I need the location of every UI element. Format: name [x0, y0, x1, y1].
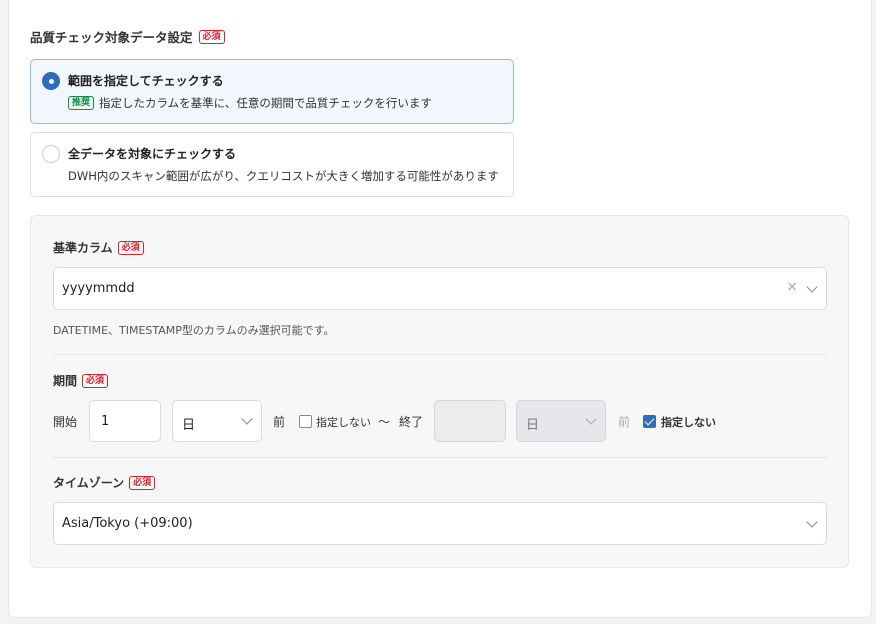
chevron-down-icon[interactable]	[806, 281, 818, 293]
start-unit-value: 日	[182, 418, 196, 433]
end-unspecified-label[interactable]: 指定しない	[661, 414, 716, 430]
option-all-desc-text: DWH内のスキャン範囲が広がり、クエリコストが大きく増加する可能性があります	[68, 169, 499, 183]
start-unit-select[interactable]: 日	[172, 400, 262, 442]
timezone-label-text: タイムゾーン	[53, 476, 125, 490]
option-all-title: 全データを対象にチェックする	[68, 147, 237, 161]
end-unit-value: 日	[526, 418, 540, 433]
option-range-description: 推奨 指定したカラムを基準に、任意の期間で品質チェックを行います	[68, 95, 432, 111]
recommended-badge: 推奨	[68, 96, 95, 110]
start-value-input[interactable]: 1	[89, 400, 161, 442]
option-range[interactable]: 範囲を指定してチェックする 推奨 指定したカラムを基準に、任意の期間で品質チェッ…	[30, 59, 514, 124]
divider	[53, 354, 827, 355]
start-unspecified-checkbox[interactable]	[299, 415, 312, 428]
period-label: 期間 必須	[53, 372, 109, 389]
chevron-down-icon[interactable]	[241, 413, 253, 425]
end-unit-select[interactable]: 日	[516, 400, 606, 442]
option-all-description: DWH内のスキャン範囲が広がり、クエリコストが大きく増加する可能性があります	[68, 168, 499, 184]
radio-range[interactable]	[42, 72, 60, 90]
start-suffix: 前	[273, 415, 286, 429]
required-badge: 必須	[129, 475, 156, 490]
end-label: 終了	[399, 415, 424, 429]
period-label-text: 期間	[53, 374, 78, 388]
target-label-text: 品質チェック対象データ設定	[30, 30, 193, 45]
target-section-label: 品質チェック対象データ設定 必須	[30, 27, 225, 46]
end-unspecified-checkbox[interactable]	[643, 415, 656, 428]
timezone-label: タイムゾーン 必須	[53, 474, 156, 491]
end-value-input[interactable]	[434, 400, 506, 442]
base-column-label-text: 基準カラム	[53, 241, 113, 255]
divider	[53, 457, 827, 458]
timezone-value: Asia/Tokyo (+09:00)	[62, 516, 193, 531]
start-label: 開始	[53, 415, 78, 429]
required-badge: 必須	[82, 373, 109, 388]
option-range-desc-text: 指定したカラムを基準に、任意の期間で品質チェックを行います	[99, 96, 432, 110]
base-column-select[interactable]: yyyymmdd ×	[53, 267, 827, 310]
timezone-select[interactable]: Asia/Tokyo (+09:00)	[53, 502, 827, 545]
required-badge: 必須	[117, 240, 144, 255]
range-settings-panel: 基準カラム 必須 yyyymmdd × DATETIME、TIMESTAMP型の…	[30, 215, 849, 568]
tilde-separator: ～	[378, 415, 391, 429]
option-range-title: 範囲を指定してチェックする	[68, 74, 224, 88]
radio-all-data[interactable]	[42, 145, 60, 163]
required-badge: 必須	[198, 29, 225, 44]
chevron-down-icon[interactable]	[585, 413, 597, 425]
chevron-down-icon[interactable]	[806, 516, 818, 528]
base-column-label: 基準カラム 必須	[53, 239, 144, 256]
start-unspecified-label[interactable]: 指定しない	[316, 414, 371, 430]
clear-icon[interactable]: ×	[786, 279, 798, 295]
base-column-value: yyyymmdd	[62, 281, 135, 296]
option-all-data[interactable]: 全データを対象にチェックする DWH内のスキャン範囲が広がり、クエリコストが大き…	[30, 132, 514, 197]
base-column-hint: DATETIME、TIMESTAMP型のカラムのみ選択可能です。	[53, 324, 335, 337]
start-value: 1	[101, 414, 110, 429]
end-suffix: 前	[618, 415, 631, 429]
